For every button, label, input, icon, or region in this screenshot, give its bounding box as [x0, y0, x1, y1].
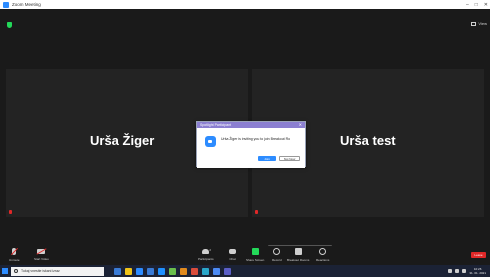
participants-button[interactable]: 2 Participants	[198, 248, 214, 261]
start-video-button[interactable]: Start Video	[34, 248, 49, 261]
grid-view-icon	[471, 21, 477, 26]
taskbar-app-icon[interactable]	[136, 267, 143, 275]
maximize-button[interactable]: □	[475, 2, 478, 8]
window-title: Zoom Meeting	[12, 2, 41, 7]
taskbar-app-icon[interactable]	[213, 267, 220, 275]
search-placeholder: Tukaj vnesite iskani izraz	[21, 269, 60, 273]
taskbar-app-icon[interactable]	[125, 267, 132, 275]
record-icon	[273, 248, 281, 255]
breakout-invite-dialog: Spotlight Participant ✕ Urša Žiger is in…	[196, 121, 306, 168]
start-button[interactable]	[2, 268, 8, 274]
participants-icon: 2	[202, 248, 212, 254]
reactions-icon	[319, 248, 327, 255]
taskbar-app-icon[interactable]	[114, 267, 121, 275]
taskbar-app-icon[interactable]	[158, 267, 165, 275]
taskbar-app-icon[interactable]	[169, 267, 176, 275]
zoom-camera-icon	[205, 136, 216, 147]
view-button[interactable]: View	[471, 21, 487, 26]
taskbar-apps	[114, 267, 231, 275]
mic-muted-icon	[12, 248, 17, 255]
system-tray: 10:26 31. 01. 2021	[448, 265, 486, 277]
chat-button[interactable]: Chat	[229, 248, 236, 261]
participants-label: Participants	[198, 257, 214, 261]
taskbar-app-icon[interactable]	[180, 267, 187, 275]
volume-icon[interactable]	[455, 269, 460, 273]
windows-taskbar: Tukaj vnesite iskani izraz 10:26 31. 01.…	[0, 265, 490, 277]
title-bar: Zoom Meeting – □ ✕	[0, 0, 490, 9]
network-icon[interactable]	[448, 269, 453, 273]
taskbar-app-icon[interactable]	[191, 267, 198, 275]
dialog-title: Spotlight Participant	[200, 123, 232, 127]
taskbar-app-icon[interactable]	[147, 267, 154, 275]
participant-name: Urša test	[340, 133, 396, 148]
share-screen-label: Share Screen	[246, 258, 265, 262]
window-controls: – □ ✕	[466, 0, 488, 9]
taskbar-app-icon[interactable]	[202, 267, 209, 275]
chat-icon	[229, 249, 236, 254]
breakout-rooms-icon	[294, 248, 302, 255]
reactions-label: Reactions	[316, 258, 330, 262]
share-screen-icon	[251, 248, 259, 255]
clock-date: 31. 01. 2021	[469, 271, 486, 275]
security-shield-icon[interactable]	[7, 22, 12, 28]
taskbar-app-icon[interactable]	[224, 267, 231, 275]
video-off-icon	[37, 249, 46, 254]
taskbar-clock[interactable]: 10:26 31. 01. 2021	[469, 267, 486, 275]
zoom-logo-icon	[3, 1, 9, 8]
taskbar-search[interactable]: Tukaj vnesite iskani izraz	[11, 266, 104, 276]
start-video-label: Start Video	[34, 257, 49, 261]
chat-label: Chat	[229, 257, 236, 261]
muted-mic-icon	[255, 210, 258, 214]
join-button[interactable]: Join	[258, 156, 276, 161]
not-now-button[interactable]: Not Now	[279, 156, 300, 161]
unmute-label: Unmute	[9, 258, 20, 262]
record-label: Record	[272, 258, 282, 262]
participant-name: Urša Žiger	[90, 133, 155, 148]
unmute-button[interactable]: Unmute	[9, 248, 20, 262]
dialog-body: Urša Žiger is inviting you to join Break…	[197, 128, 305, 168]
meeting-controls: Unmute Start Video 2 Participants Chat S…	[0, 246, 490, 265]
participants-count: 2	[209, 248, 212, 252]
close-window-button[interactable]: ✕	[484, 2, 488, 8]
view-label: View	[478, 21, 487, 26]
muted-mic-icon	[9, 210, 12, 214]
record-button[interactable]: Record	[272, 248, 282, 262]
minimize-button[interactable]: –	[466, 2, 469, 8]
meeting-area: View Urša Žiger Urša test Spotlight Part…	[0, 9, 490, 252]
dialog-message: Urša Žiger is inviting you to join Break…	[221, 137, 291, 141]
leave-button[interactable]: Leave	[471, 252, 486, 258]
share-screen-button[interactable]: Share Screen	[246, 248, 264, 262]
battery-icon[interactable]	[462, 269, 467, 273]
breakout-rooms-button[interactable]: Breakout Rooms	[287, 248, 309, 262]
breakout-rooms-label: Breakout Rooms	[287, 258, 310, 262]
reactions-button[interactable]: Reactions	[316, 248, 329, 262]
search-icon	[14, 269, 18, 273]
